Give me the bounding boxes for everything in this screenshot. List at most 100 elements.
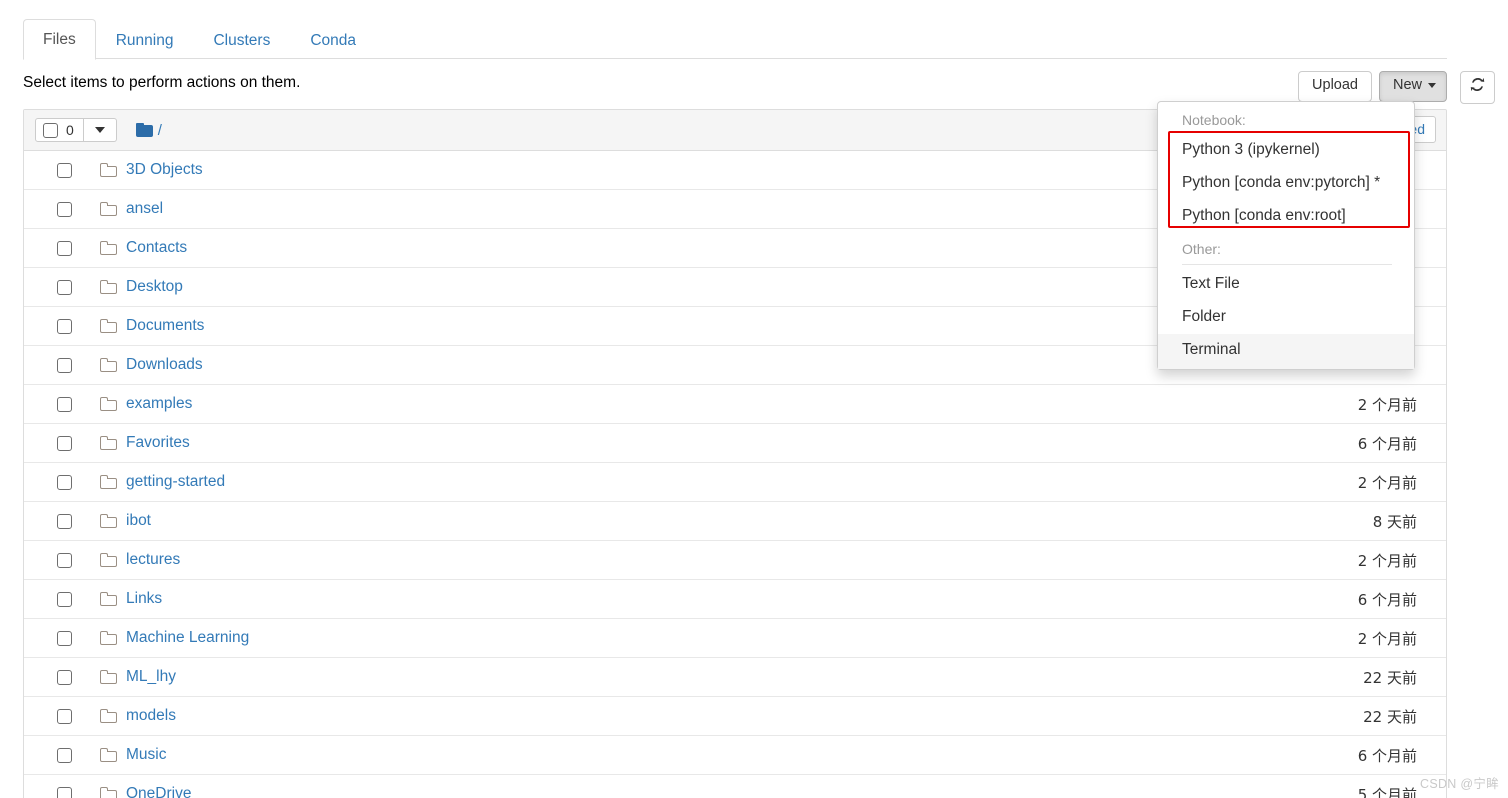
table-row[interactable]: OneDrive 5 个月前	[24, 775, 1446, 798]
new-button[interactable]: New	[1378, 71, 1447, 102]
new-button-label: New	[1392, 77, 1422, 93]
new-other-item-terminal[interactable]: Terminal	[1158, 334, 1414, 369]
file-modified-time: 2 个月前	[1357, 395, 1417, 414]
selection-notice: Select items to perform actions on them.	[23, 74, 301, 91]
file-modified-time: 2 个月前	[1357, 473, 1417, 492]
row-checkbox[interactable]	[57, 474, 72, 490]
row-checkbox[interactable]	[57, 513, 72, 529]
row-checkbox[interactable]	[57, 591, 72, 607]
folder-icon	[100, 358, 117, 372]
row-checkbox[interactable]	[57, 669, 72, 685]
row-checkbox[interactable]	[57, 435, 72, 451]
row-checkbox[interactable]	[57, 201, 72, 217]
file-name-link[interactable]: OneDrive	[126, 785, 191, 798]
folder-icon	[100, 202, 117, 216]
file-name-link[interactable]: ansel	[126, 200, 163, 218]
new-other-item-folder[interactable]: Folder	[1158, 301, 1414, 334]
table-row[interactable]: Music 6 个月前	[24, 736, 1446, 775]
file-modified-time: 22 天前	[1363, 668, 1417, 687]
select-all-box[interactable]: 0	[35, 118, 84, 142]
folder-icon	[100, 241, 117, 255]
tab-clusters[interactable]: Clusters	[193, 20, 290, 61]
table-row[interactable]: Favorites 6 个月前	[24, 424, 1446, 463]
chevron-down-icon	[94, 127, 105, 133]
selected-count: 0	[66, 122, 74, 138]
row-checkbox[interactable]	[57, 396, 72, 412]
tab-running[interactable]: Running	[96, 20, 194, 61]
folder-icon	[100, 163, 117, 177]
refresh-icon	[1470, 77, 1485, 92]
select-all-checkbox[interactable]	[43, 122, 58, 138]
row-checkbox[interactable]	[57, 240, 72, 256]
folder-icon	[100, 397, 117, 411]
new-kernel-item[interactable]: Python [conda env:pytorch] *	[1158, 167, 1414, 200]
folder-icon	[100, 592, 117, 606]
chevron-down-icon	[1428, 82, 1436, 88]
file-modified-time: 6 个月前	[1357, 746, 1417, 765]
folder-icon	[100, 709, 117, 723]
row-checkbox[interactable]	[57, 357, 72, 373]
file-name-link[interactable]: Links	[126, 590, 162, 608]
row-checkbox[interactable]	[57, 318, 72, 334]
file-name-link[interactable]: Documents	[126, 317, 204, 335]
file-name-link[interactable]: Favorites	[126, 434, 190, 452]
table-row[interactable]: examples 2 个月前	[24, 385, 1446, 424]
folder-icon	[100, 514, 117, 528]
table-row[interactable]: getting-started 2 个月前	[24, 463, 1446, 502]
table-row[interactable]: Links 6 个月前	[24, 580, 1446, 619]
file-name-link[interactable]: Music	[126, 746, 166, 764]
file-name-link[interactable]: examples	[126, 395, 192, 413]
row-checkbox[interactable]	[57, 786, 72, 798]
tab-files[interactable]: Files	[23, 18, 96, 60]
new-kernel-item[interactable]: Python 3 (ipykernel)	[1158, 134, 1414, 167]
table-row[interactable]: ML_lhy 22 天前	[24, 658, 1446, 697]
upload-button[interactable]: Upload	[1298, 71, 1372, 102]
file-name-link[interactable]: lectures	[126, 551, 180, 569]
menu-divider	[1182, 264, 1392, 265]
tab-conda[interactable]: Conda	[290, 20, 376, 61]
file-modified-time: 6 个月前	[1357, 590, 1417, 609]
file-name-link[interactable]: Downloads	[126, 356, 203, 374]
row-checkbox[interactable]	[57, 552, 72, 568]
row-checkbox[interactable]	[57, 630, 72, 646]
row-checkbox[interactable]	[57, 162, 72, 178]
notebook-section-header: Notebook:	[1182, 112, 1246, 128]
table-row[interactable]: Machine Learning 2 个月前	[24, 619, 1446, 658]
file-name-link[interactable]: Machine Learning	[126, 629, 249, 647]
select-all-group: 0	[35, 118, 117, 142]
folder-icon	[100, 475, 117, 489]
file-name-link[interactable]: ibot	[126, 512, 151, 530]
file-modified-time: 8 天前	[1372, 512, 1417, 531]
tab-list: Files Running Clusters Conda	[23, 16, 1447, 61]
refresh-button[interactable]	[1460, 71, 1495, 104]
file-name-link[interactable]: 3D Objects	[126, 161, 203, 179]
folder-icon	[100, 748, 117, 762]
row-checkbox[interactable]	[57, 708, 72, 724]
row-checkbox[interactable]	[57, 279, 72, 295]
file-modified-time: 2 个月前	[1357, 629, 1417, 648]
other-section-header: Other:	[1182, 241, 1221, 257]
table-row[interactable]: models 22 天前	[24, 697, 1446, 736]
folder-icon	[100, 787, 117, 798]
new-kernel-item[interactable]: Python [conda env:root]	[1158, 200, 1414, 233]
jupyter-file-browser: Files Running Clusters Conda Select items t…	[0, 0, 1508, 798]
file-name-link[interactable]: ML_lhy	[126, 668, 176, 686]
row-checkbox[interactable]	[57, 747, 72, 763]
file-name-link[interactable]: Contacts	[126, 239, 187, 257]
file-name-link[interactable]: getting-started	[126, 473, 225, 491]
breadcrumb[interactable]: /	[135, 121, 162, 139]
breadcrumb-root: /	[157, 121, 162, 139]
select-menu-button[interactable]	[83, 118, 117, 142]
file-name-link[interactable]: models	[126, 707, 176, 725]
other-item-list: Text File Folder Terminal	[1158, 268, 1414, 369]
table-row[interactable]: ibot 8 天前	[24, 502, 1446, 541]
main-tabbar: Files Running Clusters Conda	[23, 16, 1447, 61]
file-action-toolbar: Upload New	[1298, 71, 1447, 102]
table-row[interactable]: lectures 2 个月前	[24, 541, 1446, 580]
new-other-item-text-file[interactable]: Text File	[1158, 268, 1414, 301]
folder-icon	[100, 436, 117, 450]
file-name-link[interactable]: Desktop	[126, 278, 183, 296]
folder-icon	[100, 553, 117, 567]
folder-icon	[135, 123, 153, 137]
file-modified-time: 22 天前	[1363, 707, 1417, 726]
